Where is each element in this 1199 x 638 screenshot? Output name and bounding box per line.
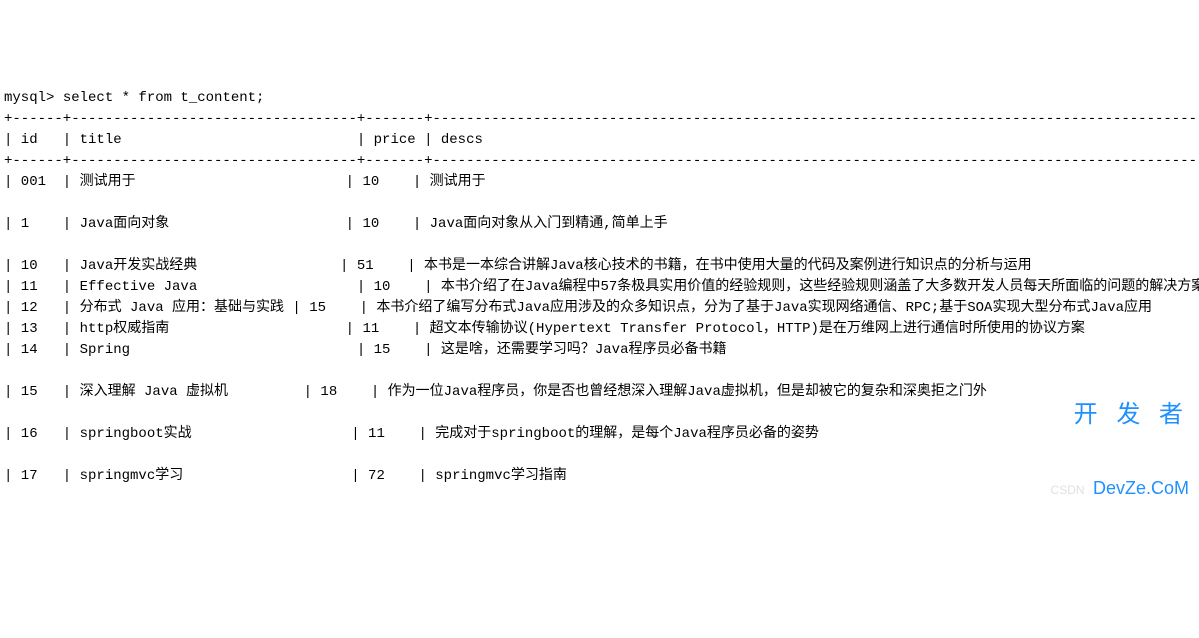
table-row: | 16 | springboot实战 | 11 | 完成对于springboo… (4, 426, 819, 442)
table-row: | 11 | Effective Java | 10 | 本书介绍了在Java编… (4, 279, 1199, 295)
table-row: | 001 | 测试用于 | 10 | 测试用于 (4, 174, 486, 190)
table-row: | 15 | 深入理解 Java 虚拟机 | 18 | 作为一位Java程序员，… (4, 384, 987, 400)
table-divider-top: +------+--------------------------------… (4, 111, 1199, 127)
mysql-prompt: mysql> (4, 90, 63, 106)
sql-query: select * from t_content; (63, 90, 265, 106)
table-row: | 13 | http权威指南 | 11 | 超文本传输协议(Hypertext… (4, 321, 1085, 337)
table-row: | 10 | Java开发实战经典 | 51 | 本书是一本综合讲解Java核心… (4, 258, 1032, 274)
table-row: | 17 | springmvc学习 | 72 | springmvc学习指南 (4, 468, 567, 484)
table-row: | 12 | 分布式 Java 应用：基础与实践 | 15 | 本书介绍了编写分… (4, 300, 1152, 316)
table-row: | 14 | Spring | 15 | 这是啥，还需要学习吗？Java程序员必… (4, 342, 726, 358)
table-row: | 1 | Java面向对象 | 10 | Java面向对象从入门到精通,简单上… (4, 216, 668, 232)
table-header-row: | id | title | price | descs | (4, 132, 1199, 148)
mysql-terminal-output: mysql> select * from t_content; +------+… (0, 84, 1199, 491)
table-divider-mid: +------+--------------------------------… (4, 153, 1199, 169)
